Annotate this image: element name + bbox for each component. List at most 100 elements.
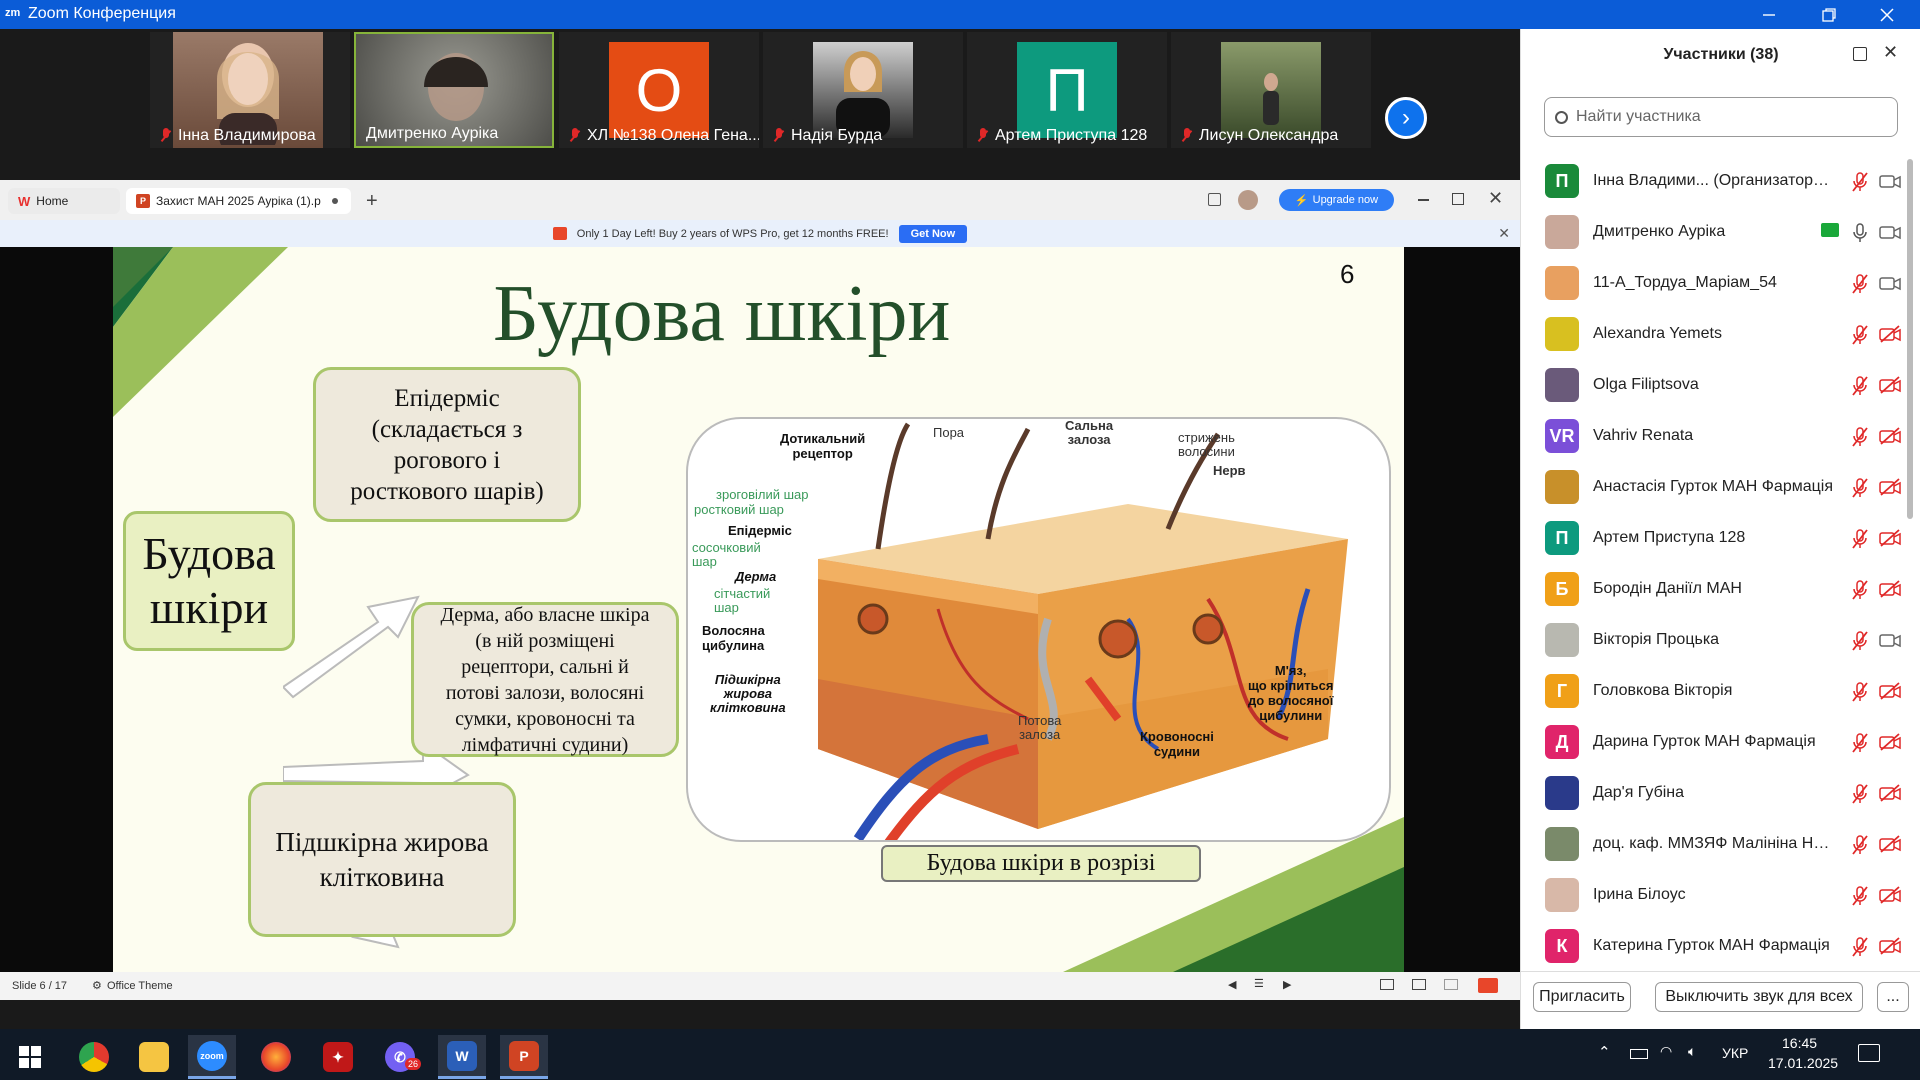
muted-mic-icon[interactable] [1851,631,1869,656]
video-off-icon[interactable] [1879,784,1901,807]
start-button[interactable] [6,1035,54,1079]
wps-restore-button[interactable] [1452,193,1464,205]
participant-row[interactable]: Alexandra Yemets [1521,310,1920,361]
participant-row[interactable]: К Катерина Гуртoк МАН Фармація [1521,922,1920,973]
firefox-icon[interactable] [252,1035,300,1079]
notification-icon[interactable] [1858,1044,1880,1062]
participant-row[interactable]: Г Головкова Вікторія [1521,667,1920,718]
invite-button[interactable]: Пригласить [1533,982,1631,1012]
battery-icon[interactable] [1630,1049,1648,1059]
video-off-icon[interactable] [1879,478,1901,501]
app-icon[interactable]: ✦ [314,1035,362,1079]
zoom-taskbar-icon[interactable]: zoom [188,1035,236,1079]
muted-mic-icon[interactable] [1851,325,1869,350]
clock-date[interactable]: 17.01.2025 [1768,1055,1838,1071]
video-off-icon[interactable] [1879,682,1901,705]
participant-row[interactable]: П Інна Владими... (Организатор, я) [1521,157,1920,208]
wps-minimize-button[interactable] [1418,199,1429,201]
participant-row[interactable]: доц. каф. ММЗЯФ Малініна Нат... [1521,820,1920,871]
wps-close-button[interactable]: ✕ [1488,188,1503,209]
upgrade-now-button[interactable]: ⚡ Upgrade now [1279,189,1394,211]
more-button[interactable]: ... [1877,982,1909,1012]
muted-mic-icon[interactable] [1851,937,1869,962]
participant-row[interactable]: Дмитренко Аурiка [1521,208,1920,259]
video-icon[interactable] [1879,223,1901,246]
video-tile[interactable]: Лисун Олександра [1171,32,1371,148]
mic-icon[interactable] [1851,223,1869,248]
muted-mic-icon[interactable] [1851,274,1869,299]
tray-chevron-icon[interactable]: ⌃ [1598,1043,1611,1061]
muted-mic-icon[interactable] [1851,886,1869,911]
participant-row[interactable]: Анастасія Гуртoк МАН Фармація [1521,463,1920,514]
muted-mic-icon[interactable] [1851,580,1869,605]
video-tile[interactable]: О ХЛ №138 Олена Гена... [559,32,759,148]
powerpoint-icon[interactable]: P [500,1035,548,1079]
close-button[interactable] [1864,0,1910,29]
participant-row[interactable]: Д Дарина Гуртoк МАН Фармація [1521,718,1920,769]
slideshow-play-icon[interactable] [1478,978,1498,993]
tab-presentation[interactable]: P Захист МАН 2025 Аурiка (1).p [126,188,351,214]
prev-slide-icon[interactable]: ◀ [1228,978,1236,991]
video-tile[interactable]: П Артем Приступа 128 [967,32,1167,148]
banner-close-icon[interactable]: ✕ [1498,225,1510,242]
participant-row[interactable]: П Артем Приступа 128 [1521,514,1920,565]
muted-mic-icon[interactable] [1851,172,1869,197]
muted-mic-icon[interactable] [1851,733,1869,758]
viber-icon[interactable]: ✆ 26 [376,1035,424,1079]
volume-icon[interactable]: 🔈︎ [1688,1043,1696,1060]
minimize-button[interactable] [1746,0,1792,29]
video-tile[interactable]: Надія Бурда [763,32,963,148]
video-off-icon[interactable] [1879,733,1901,756]
tab-home[interactable]: W Home [8,188,120,214]
video-off-icon[interactable] [1879,325,1901,348]
video-tile[interactable]: Інна Владимирова [150,32,350,148]
theme-name[interactable]: Office Theme [107,980,173,992]
restore-button[interactable] [1806,0,1852,29]
normal-view-icon[interactable] [1380,979,1394,990]
video-tile-active-speaker[interactable]: Дмитренко Аурiка [354,32,554,148]
file-explorer-icon[interactable] [130,1035,178,1079]
get-now-button[interactable]: Get Now [898,224,968,243]
sorter-view-icon[interactable] [1412,979,1426,990]
participant-row[interactable]: Вікторія Процька [1521,616,1920,667]
video-off-icon[interactable] [1879,886,1901,909]
video-icon[interactable] [1879,172,1901,195]
participant-row[interactable]: Б Бородін Даніїл МАН [1521,565,1920,616]
muted-mic-icon[interactable] [1851,376,1869,401]
video-icon[interactable] [1879,631,1901,654]
mute-all-button[interactable]: Выключить звук для всех [1655,982,1863,1012]
video-off-icon[interactable] [1879,529,1901,552]
video-off-icon[interactable] [1879,376,1901,399]
video-off-icon[interactable] [1879,835,1901,858]
window-mode-icon[interactable] [1208,193,1221,206]
video-off-icon[interactable] [1879,937,1901,960]
clock-time[interactable]: 16:45 [1782,1035,1817,1051]
chrome-icon[interactable] [70,1035,118,1079]
new-tab-plus-icon[interactable]: + [366,190,378,213]
participant-row[interactable]: 11-А_Тордуа_Маріам_54 [1521,259,1920,310]
close-panel-icon[interactable]: ✕ [1883,42,1898,63]
popout-icon[interactable] [1853,47,1867,61]
language-indicator[interactable]: УКР [1722,1045,1748,1061]
list-scrollbar[interactable] [1907,159,1913,519]
video-off-icon[interactable] [1879,580,1901,603]
wifi-icon[interactable]: ◠ [1660,1043,1672,1060]
slide-list-icon[interactable]: ☰ [1254,977,1264,990]
participant-search-input[interactable]: Найти участника [1544,97,1898,137]
gallery-next-arrow-icon[interactable]: › [1385,97,1427,139]
muted-mic-icon[interactable] [1851,427,1869,452]
muted-mic-icon[interactable] [1851,529,1869,554]
participant-row[interactable]: Дар'я Губіна [1521,769,1920,820]
muted-mic-icon[interactable] [1851,478,1869,503]
word-icon[interactable]: W [438,1035,486,1079]
muted-mic-icon[interactable] [1851,682,1869,707]
video-off-icon[interactable] [1879,427,1901,450]
participant-row[interactable]: Olga Filiptsova [1521,361,1920,412]
muted-mic-icon[interactable] [1851,835,1869,860]
muted-mic-icon[interactable] [1851,784,1869,809]
account-avatar[interactable] [1238,190,1258,210]
participant-row[interactable]: VR Vahriv Renata [1521,412,1920,463]
next-slide-icon[interactable]: ▶ [1283,978,1291,991]
video-icon[interactable] [1879,274,1901,297]
reading-view-icon[interactable] [1444,979,1458,990]
